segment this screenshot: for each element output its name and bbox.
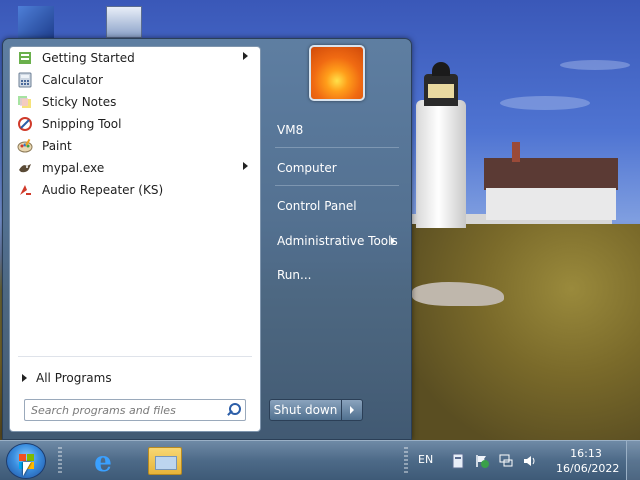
program-mypal[interactable]: mypal.exe — [10, 157, 260, 179]
action-center-flag-icon[interactable] — [474, 453, 490, 469]
paint-palette-icon — [16, 138, 34, 154]
program-label: Sticky Notes — [42, 95, 117, 109]
right-item-label: VM8 — [277, 123, 304, 137]
windows-explorer-icon[interactable] — [148, 447, 182, 475]
chimney — [512, 142, 520, 162]
volume-icon[interactable] — [522, 453, 538, 469]
house-roof — [484, 158, 618, 190]
right-item-label: Control Panel — [277, 199, 357, 213]
cloud — [560, 60, 630, 70]
right-item-control-panel[interactable]: Control Panel — [269, 193, 403, 219]
tray-device-icon[interactable] — [450, 453, 466, 469]
program-label: Getting Started — [42, 51, 135, 65]
lighthouse-lamp — [428, 84, 454, 98]
desktop-icon-control-panel[interactable] — [106, 6, 142, 38]
right-item-administrative-tools[interactable]: Administrative Tools — [269, 228, 403, 254]
program-label: Snipping Tool — [42, 117, 122, 131]
right-item-label: Computer — [277, 161, 337, 175]
program-calculator[interactable]: Calculator — [10, 69, 260, 91]
divider — [18, 356, 252, 357]
internet-explorer-icon[interactable]: e — [86, 445, 120, 478]
system-clock[interactable]: 16:13 16/06/2022 — [556, 446, 620, 476]
language-indicator[interactable]: EN — [418, 453, 433, 466]
lighthouse — [416, 100, 466, 228]
getting-started-icon — [16, 50, 34, 66]
search-icon[interactable] — [225, 402, 241, 418]
program-audio-repeater[interactable]: Audio Repeater (KS) — [10, 179, 260, 201]
shutdown-options-button[interactable] — [342, 400, 362, 420]
user-account-picture[interactable] — [309, 45, 365, 101]
program-sticky-notes[interactable]: Sticky Notes — [10, 91, 260, 113]
search-box[interactable] — [24, 399, 246, 421]
scissors-icon — [16, 116, 34, 132]
shutdown-button[interactable]: Shut down — [270, 400, 342, 420]
divider — [275, 185, 399, 186]
pinned-programs-list: Getting Started Calculator Sticky Notes — [10, 47, 260, 201]
program-label: mypal.exe — [42, 161, 105, 175]
desktop-icon-computer[interactable] — [18, 6, 54, 38]
audio-repeater-icon — [16, 182, 34, 198]
lighthouse-cap — [432, 62, 450, 76]
submenu-arrow-icon[interactable] — [243, 52, 248, 60]
mypal-icon — [16, 160, 34, 176]
shutdown-button-group: Shut down — [269, 399, 363, 421]
taskbar: e EN 16:13 16/06/2022 — [0, 440, 640, 480]
taskbar-grip[interactable] — [58, 447, 62, 475]
house — [486, 188, 616, 220]
start-menu-programs-pane: Getting Started Calculator Sticky Notes — [9, 46, 261, 432]
cloud — [500, 96, 590, 110]
sticky-notes-icon — [16, 94, 34, 110]
show-desktop-button[interactable] — [626, 441, 640, 480]
right-item-label: Administrative Tools — [277, 234, 398, 248]
meadow — [412, 224, 640, 440]
all-programs-arrow-icon — [22, 374, 27, 382]
program-label: Calculator — [42, 73, 103, 87]
mouse-pointer-icon — [23, 462, 31, 476]
program-getting-started[interactable]: Getting Started — [10, 47, 260, 69]
right-item-run[interactable]: Run... — [269, 262, 403, 288]
divider — [275, 147, 399, 148]
program-label: Paint — [42, 139, 72, 153]
network-icon[interactable] — [498, 453, 514, 469]
submenu-arrow-icon — [391, 237, 395, 245]
program-paint[interactable]: Paint — [10, 135, 260, 157]
right-item-label: Run... — [277, 268, 312, 282]
calculator-icon — [16, 72, 34, 88]
all-programs-button[interactable]: All Programs — [22, 371, 112, 385]
submenu-arrow-icon[interactable] — [243, 162, 248, 170]
right-item-computer[interactable]: Computer — [269, 155, 403, 181]
search-input[interactable] — [25, 401, 225, 419]
all-programs-label: All Programs — [36, 371, 112, 385]
right-item-user-folder[interactable]: VM8 — [269, 117, 403, 143]
program-label: Audio Repeater (KS) — [42, 183, 164, 197]
start-menu: Getting Started Calculator Sticky Notes — [2, 38, 412, 440]
program-snipping-tool[interactable]: Snipping Tool — [10, 113, 260, 135]
chevron-right-icon — [350, 406, 354, 414]
clock-time: 16:13 — [570, 447, 602, 460]
taskbar-grip[interactable] — [404, 447, 408, 475]
clock-date: 16/06/2022 — [556, 462, 620, 475]
